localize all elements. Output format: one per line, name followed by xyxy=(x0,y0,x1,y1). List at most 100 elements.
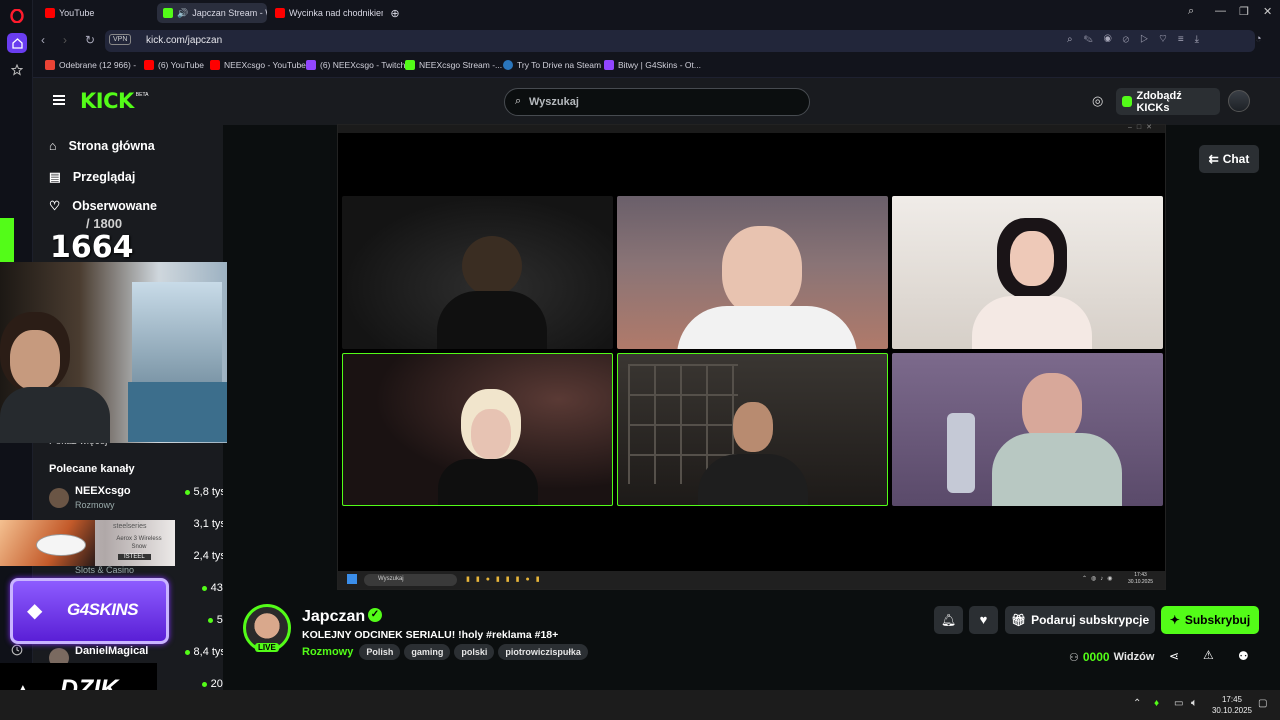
close-window-icon[interactable]: ✕ xyxy=(1263,5,1272,18)
user-settings-icon[interactable]: ⚉ xyxy=(1238,649,1249,663)
taskbar-time: 17:45 xyxy=(1221,695,1243,704)
video-player[interactable]: –□✕ Wyszukaj ▮▮●▮▮▮●▮ ⌃◍♪◉ 17:43 30.10.2… xyxy=(337,124,1166,590)
profile-icon[interactable]: ◔ xyxy=(1255,33,1262,45)
bookmark-gmail[interactable]: Odebrane (12 966) - xyxy=(45,60,136,70)
heart-icon: ♡ xyxy=(49,199,61,213)
sidebar-item-browse[interactable]: ▤ Przeglądaj xyxy=(49,169,135,185)
tab-japczan-stream[interactable]: 🔊 Japczan Stream - Wat xyxy=(157,3,267,23)
beta-badge: BETA xyxy=(135,92,149,98)
stream-category[interactable]: Rozmowy xyxy=(302,646,353,658)
sidebar-item-home[interactable]: ⌂ Strona główna xyxy=(49,139,155,153)
forward-icon[interactable]: › xyxy=(63,33,67,47)
sparkle-icon: ✦ xyxy=(1169,613,1180,627)
bookmark-youtube[interactable]: (6) YouTube xyxy=(144,60,204,70)
inner-search-label: Wyszukaj xyxy=(378,576,404,582)
youtube-icon xyxy=(144,60,154,70)
bookmark-label: Try To Drive na Steam xyxy=(517,60,602,70)
speaker-icon[interactable]: 🔊 xyxy=(177,8,188,19)
get-kicks-button[interactable]: Zdobądź KICKs xyxy=(1116,88,1220,115)
webcam-tile xyxy=(617,353,888,506)
streamer-facecam xyxy=(0,262,227,443)
share-icon[interactable]: ⋖ xyxy=(1169,649,1179,663)
gift-subscription-button[interactable]: 🎁︎ Podaruj subskrypcje xyxy=(1005,606,1155,634)
bookmark-g4skins[interactable]: Bitwy | G4Skins - Ot... xyxy=(604,60,701,70)
channel-name[interactable]: Japczan xyxy=(302,608,365,626)
bookmark-steam[interactable]: Try To Drive na Steam xyxy=(503,60,601,70)
search-placeholder: Wyszukaj xyxy=(529,96,579,108)
bookmark-label: (6) YouTube xyxy=(158,60,204,70)
sidebar-label: Obserwowane xyxy=(72,198,157,213)
tag[interactable]: gaming xyxy=(404,644,451,660)
goal-total: / 1800 xyxy=(86,216,123,231)
star-icon[interactable] xyxy=(7,60,27,80)
workspace-home-icon[interactable] xyxy=(7,33,27,53)
channel-category: Slots & Casino xyxy=(75,565,135,575)
g4skins-text: G4SKINS xyxy=(67,600,139,619)
search-input[interactable]: ⌕ Wyszukaj xyxy=(504,88,810,116)
mail-icon xyxy=(45,60,55,70)
chat-toggle-button[interactable]: ⇇ Chat xyxy=(1199,145,1259,173)
url-field[interactable]: VPN kick.com/japczan ⌕✎◉⊘▷♡≡⤓ xyxy=(105,30,1255,52)
vpn-badge[interactable]: VPN xyxy=(109,34,132,45)
drops-icon[interactable]: ◎ xyxy=(1092,93,1103,109)
taskbar-clock[interactable]: 17:45 30.10.2025 xyxy=(1208,694,1256,716)
address-bar: ‹ › ↻ VPN kick.com/japczan ⌕✎◉⊘▷♡≡⤓ ◔ xyxy=(33,26,1280,56)
bookmark-neex-kick[interactable]: NEEXcsgo Stream -... xyxy=(405,60,502,70)
tag[interactable]: polski xyxy=(454,644,495,660)
notifications-icon[interactable]: ▢ xyxy=(1258,698,1267,709)
report-icon[interactable]: ⚠ xyxy=(1203,648,1214,662)
subscribe-button[interactable]: ✦ Subskrybuj xyxy=(1161,606,1259,634)
webcam-tile xyxy=(617,196,888,349)
sidebar-item-following[interactable]: ♡ Obserwowane xyxy=(49,198,157,214)
user-avatar[interactable] xyxy=(1228,90,1250,112)
search-tabs-icon[interactable]: ⌕ xyxy=(1188,5,1194,18)
kick-icon xyxy=(405,60,415,70)
live-badge: LIVE xyxy=(255,643,279,652)
kicks-label: Zdobądź KICKs xyxy=(1136,89,1182,114)
recommended-channel[interactable]: NEEXcsgo Rozmowy 5,8 tys. xyxy=(49,485,229,515)
tab-bar: YouTube 🔊 Japczan Stream - Wat Wycinka n… xyxy=(33,0,1280,26)
chat-collapse-icon: ⇇ xyxy=(1208,152,1219,166)
tray-expand-icon[interactable]: ⌃ xyxy=(1133,698,1141,709)
minimize-icon[interactable]: — xyxy=(1215,5,1226,17)
kick-logo-text: KICK xyxy=(80,89,134,113)
new-tab-button[interactable]: ⊕ xyxy=(385,3,405,23)
tab-label: YouTube xyxy=(59,8,95,18)
stream-info: LIVE Japczan ✓ KOLEJNY ODCINEK SERIALU! … xyxy=(223,590,1280,690)
mic-icon[interactable]: ♦ xyxy=(1154,698,1159,709)
address-actions-icons[interactable]: ⌕✎◉⊘▷♡≡⤓ xyxy=(1067,34,1210,45)
tab-youtube[interactable]: YouTube xyxy=(39,3,157,23)
subscriber-goal: / 1800 1664 xyxy=(14,215,227,267)
volume-icon[interactable]: 🔈︎ xyxy=(1191,697,1198,710)
notification-bell-button[interactable]: 🔔︎ xyxy=(934,606,963,634)
goal-bar-accent xyxy=(0,218,14,266)
gift-label: Podaruj subskrypcje xyxy=(1031,613,1150,627)
twitch-icon xyxy=(306,60,316,70)
stream-title: KOLEJNY ODCINEK SERIALU! !holy #reklama … xyxy=(302,629,559,641)
tag[interactable]: Polish xyxy=(359,644,401,660)
home-icon: ⌂ xyxy=(49,139,57,153)
windows-start-icon xyxy=(347,574,357,584)
bookmark-neex-twitch[interactable]: (6) NEEXcsgo - Twitch xyxy=(306,60,405,70)
youtube-icon xyxy=(210,60,220,70)
tag[interactable]: piotrowiczispułka xyxy=(498,644,588,660)
reload-icon[interactable]: ↻ xyxy=(85,33,95,47)
url-text: kick.com/japczan xyxy=(146,35,223,46)
bookmark-label: NEEXcsgo - YouTube xyxy=(224,60,306,70)
bell-icon: 🔔︎ xyxy=(940,613,957,627)
bookmark-label: NEEXcsgo Stream -... xyxy=(419,60,503,70)
channel-category: Rozmowy xyxy=(75,500,115,510)
recommended-title: Polecane kanały xyxy=(49,463,135,475)
follow-button[interactable]: ♥ xyxy=(969,606,998,634)
back-icon[interactable]: ‹ xyxy=(41,33,45,47)
kick-logo[interactable]: KICK BETA xyxy=(80,89,148,113)
menu-icon[interactable] xyxy=(53,95,65,105)
network-icon[interactable]: ▭ xyxy=(1174,698,1183,709)
opera-logo-icon[interactable] xyxy=(7,6,27,26)
inner-pinned-apps: ▮▮●▮▮▮●▮ xyxy=(466,576,546,583)
restore-icon[interactable]: ❐ xyxy=(1239,5,1249,18)
tab-label: Japczan Stream - Wat xyxy=(192,8,267,18)
bookmark-neex-youtube[interactable]: NEEXcsgo - YouTube xyxy=(210,60,306,70)
tab-wycinka[interactable]: Wycinka nad chodnikiem xyxy=(269,3,383,23)
inner-time: 17:43 xyxy=(1134,572,1147,578)
